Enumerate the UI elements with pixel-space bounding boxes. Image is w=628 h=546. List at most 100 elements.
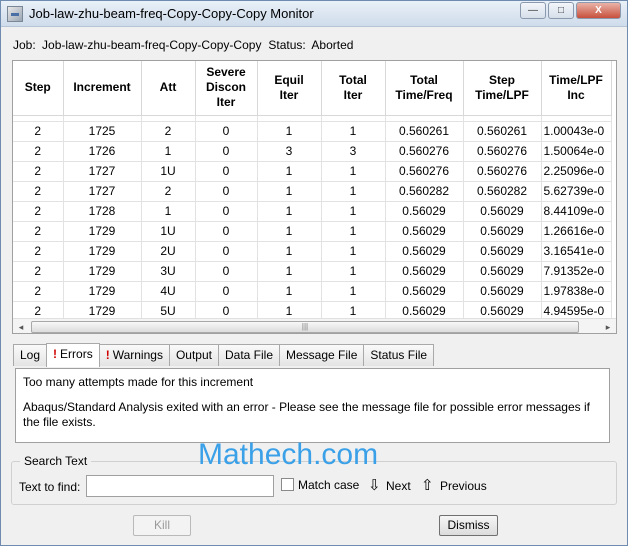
col-severe-discon-iter[interactable]: Severe Discon Iter xyxy=(195,61,258,116)
table-cell: 2 xyxy=(13,281,64,302)
scroll-left-arrow-icon[interactable]: ◂ xyxy=(13,319,29,333)
status-label: Status: xyxy=(268,38,306,52)
tab-status-file[interactable]: Status File xyxy=(363,344,435,366)
table-row[interactable]: 2 1725 2 0 1 1 0.560261 0.560261 1.00043e-0 xyxy=(13,121,612,142)
table-cell: 0.560261 xyxy=(463,121,542,142)
table-row[interactable]: 2 1727 2 0 1 1 0.560282 0.560282 5.62739e-0 xyxy=(13,181,612,202)
increment-table[interactable]: Step Increment Att Severe Discon Iter Equi… xyxy=(12,60,617,334)
tab-data-file[interactable]: Data File xyxy=(217,344,281,366)
col-total-time-freq[interactable]: Total Time/Freq xyxy=(385,61,464,116)
next-button[interactable]: Next xyxy=(386,479,411,493)
error-message-panel[interactable]: Too many attempts made for this incremen… xyxy=(15,368,610,443)
table-cell: 1 xyxy=(257,241,322,262)
col-step[interactable]: Step xyxy=(13,61,64,116)
table-cell: 1729 xyxy=(63,221,142,242)
col-att[interactable]: Att xyxy=(141,61,196,116)
table-cell: 7.91352e-0 xyxy=(541,261,612,282)
table-cell: 2 xyxy=(13,121,64,142)
maximize-button[interactable]: □ xyxy=(548,2,574,19)
table-cell: 2 xyxy=(141,121,196,142)
table-cell: 1 xyxy=(321,201,386,222)
table-cell: 3 xyxy=(257,141,322,162)
table-cell: 0 xyxy=(195,181,258,202)
table-row[interactable]: 2 1729 4U 0 1 1 0.56029 0.56029 1.97838e-0 xyxy=(13,281,612,302)
table-cell: 0.560282 xyxy=(463,181,542,202)
table-cell: 4U xyxy=(141,281,196,302)
tab-log[interactable]: Log xyxy=(13,344,48,366)
table-cell: 1 xyxy=(321,241,386,262)
table-cell: 1.00043e-0 xyxy=(541,121,612,142)
previous-button[interactable]: Previous xyxy=(440,479,487,493)
title-bar[interactable]: Job-law-zhu-beam-freq-Copy-Copy-Copy Mon… xyxy=(1,1,627,27)
match-case-checkbox[interactable] xyxy=(281,478,294,491)
table-row[interactable]: 2 1728 1 0 1 1 0.56029 0.56029 8.44109e-0 xyxy=(13,201,612,222)
table-cell: 0.560276 xyxy=(385,141,464,162)
table-cell: 0.56029 xyxy=(463,201,542,222)
monitor-window: Job-law-zhu-beam-freq-Copy-Copy-Copy Mon… xyxy=(0,0,628,546)
col-time-lpf-inc[interactable]: Time/LPF Inc xyxy=(541,61,612,116)
arrow-up-icon[interactable]: ⇧ xyxy=(421,476,434,494)
close-button[interactable]: X xyxy=(576,2,621,19)
scroll-thumb[interactable]: ||| xyxy=(31,321,579,333)
scroll-right-arrow-icon[interactable]: ▸ xyxy=(600,319,616,333)
table-cell: 3U xyxy=(141,261,196,282)
tab-errors[interactable]: ! Errors xyxy=(46,343,100,367)
table-cell: 0.560276 xyxy=(463,141,542,162)
error-message-line: the file exists. xyxy=(23,415,96,429)
table-cell: 1 xyxy=(257,121,322,142)
dismiss-button[interactable]: Dismiss xyxy=(439,515,498,536)
table-row[interactable]: 2 1729 2U 0 1 1 0.56029 0.56029 3.16541e-0 xyxy=(13,241,612,262)
table-cell: 1 xyxy=(257,161,322,182)
col-increment[interactable]: Increment xyxy=(63,61,142,116)
table-cell: 0.56029 xyxy=(385,241,464,262)
window-title: Job-law-zhu-beam-freq-Copy-Copy-Copy Mon… xyxy=(29,6,314,21)
table-cell: 1 xyxy=(257,181,322,202)
table-cell: 2 xyxy=(13,181,64,202)
table-cell: 0 xyxy=(195,241,258,262)
table-cell: 0 xyxy=(195,221,258,242)
text-to-find-input[interactable] xyxy=(86,475,274,497)
arrow-down-icon[interactable]: ⇩ xyxy=(368,476,381,494)
table-cell: 0.56029 xyxy=(385,281,464,302)
job-label: Job: xyxy=(13,38,36,52)
table-cell: 1727 xyxy=(63,161,142,182)
match-case-label[interactable]: Match case xyxy=(298,478,359,492)
table-cell: 0.56029 xyxy=(463,261,542,282)
tab-warnings[interactable]: ! Warnings xyxy=(98,344,170,366)
table-cell: 2.25096e-0 xyxy=(541,161,612,182)
error-message-line: Too many attempts made for this incremen… xyxy=(23,375,254,389)
table-cell: 0.560282 xyxy=(385,181,464,202)
table-row[interactable]: 2 1729 1U 0 1 1 0.56029 0.56029 1.26616e-0 xyxy=(13,221,612,242)
table-cell: 1 xyxy=(257,221,322,242)
watermark-text: Mathech.com xyxy=(198,438,379,471)
table-cell: 1.97838e-0 xyxy=(541,281,612,302)
error-indicator-icon: ! xyxy=(53,347,58,361)
table-cell: 8.44109e-0 xyxy=(541,201,612,222)
table-cell: 1.50064e-0 xyxy=(541,141,612,162)
table-cell: 0.560261 xyxy=(385,121,464,142)
col-equil-iter[interactable]: Equil Iter xyxy=(257,61,322,116)
col-step-time-lpf[interactable]: Step Time/LPF xyxy=(463,61,542,116)
table-cell: 2 xyxy=(141,181,196,202)
tab-message-file[interactable]: Message File xyxy=(279,344,365,366)
table-cell: 2 xyxy=(13,141,64,162)
table-cell: 1726 xyxy=(63,141,142,162)
minimize-button[interactable]: — xyxy=(520,2,546,19)
kill-button[interactable]: Kill xyxy=(133,515,191,536)
table-cell: 0.560276 xyxy=(385,161,464,182)
table-cell: 0.56029 xyxy=(463,221,542,242)
table-row[interactable]: 2 1727 1U 0 1 1 0.560276 0.560276 2.25096e-0 xyxy=(13,161,612,182)
table-cell: 3.16541e-0 xyxy=(541,241,612,262)
table-cell: 1 xyxy=(321,181,386,202)
horizontal-scrollbar[interactable]: ◂ ||| ▸ xyxy=(13,318,616,333)
table-cell: 0 xyxy=(195,281,258,302)
table-row[interactable]: 2 1726 1 0 3 3 0.560276 0.560276 1.50064e-0 xyxy=(13,141,612,162)
table-cell: 0.56029 xyxy=(463,241,542,262)
table-cell: 0 xyxy=(195,161,258,182)
table-cell: 0.56029 xyxy=(385,221,464,242)
search-group-title: Search Text xyxy=(20,454,92,468)
table-row[interactable]: 2 1729 3U 0 1 1 0.56029 0.56029 7.91352e-0 xyxy=(13,261,612,282)
col-total-iter[interactable]: Total Iter xyxy=(321,61,386,116)
tab-output[interactable]: Output xyxy=(168,344,219,366)
warning-indicator-icon: ! xyxy=(105,348,110,362)
